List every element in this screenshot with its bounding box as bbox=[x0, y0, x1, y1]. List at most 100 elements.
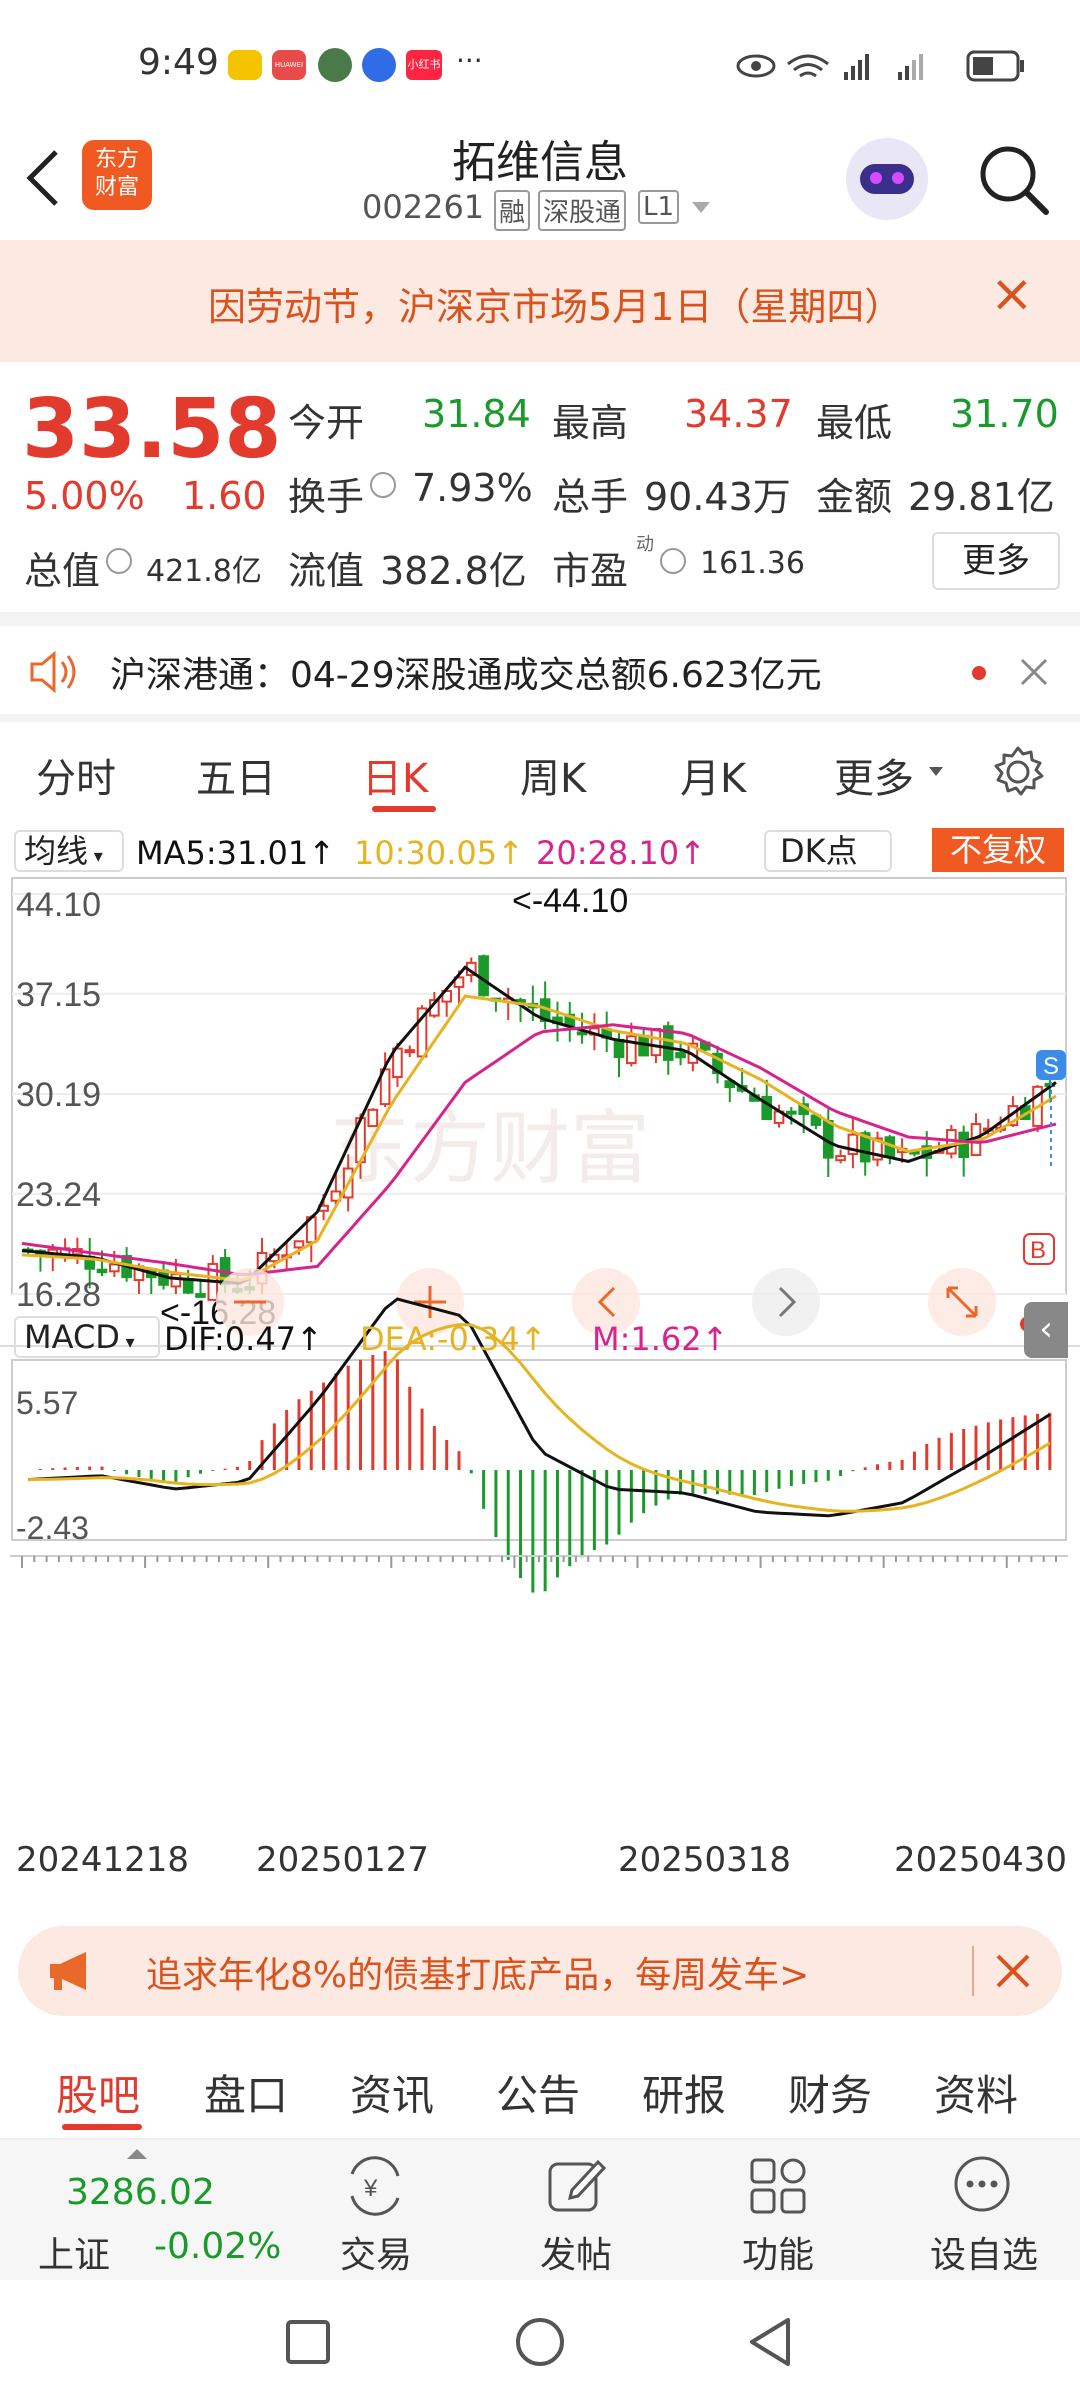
functions-label[interactable]: 功能 bbox=[742, 2226, 814, 2278]
search-icon[interactable] bbox=[976, 142, 1052, 218]
functions-icon[interactable] bbox=[746, 2154, 810, 2216]
chevron-down-icon[interactable] bbox=[928, 766, 944, 778]
tab-orderbook[interactable]: 盘口 bbox=[204, 2062, 288, 2123]
last-price: 33.58 bbox=[22, 382, 282, 477]
volume-label: 总手 bbox=[552, 475, 629, 519]
system-indicators bbox=[736, 50, 1024, 82]
turnover-label: 换手 bbox=[288, 475, 365, 519]
chevron-down-icon[interactable] bbox=[690, 200, 712, 216]
close-icon[interactable] bbox=[1018, 656, 1050, 688]
pe-dynamic-sup: 动 bbox=[636, 534, 654, 555]
tab-weekly-k[interactable]: 周K bbox=[520, 746, 586, 804]
tab-daily-k[interactable]: 日K bbox=[362, 746, 428, 804]
tab-more[interactable]: 更多 bbox=[834, 746, 914, 804]
bottom-toolbar: 3286.02 上证 -0.02% ¥ 交易 发帖 功能 设自选 bbox=[0, 2140, 1080, 2280]
news-ticker[interactable]: 沪深港通：04-29深股通成交总额6.623亿元 bbox=[0, 626, 1080, 718]
close-icon[interactable]: × bbox=[990, 264, 1034, 324]
kline-chart[interactable]: 东方财富 44.1037.1530.1923.2416.28 <-44.10 <… bbox=[0, 876, 1080, 1912]
promo-text: 追求年化8%的债基打底产品，每周发车> bbox=[146, 1955, 810, 1996]
home-icon[interactable] bbox=[514, 2316, 566, 2368]
svg-text:S: S bbox=[1043, 1053, 1059, 1080]
trade-icon[interactable]: ¥ bbox=[340, 2156, 410, 2216]
amount-label: 金额 bbox=[816, 475, 893, 519]
index-name[interactable]: 上证 bbox=[38, 2226, 110, 2278]
date-tick: 20250318 bbox=[618, 1840, 792, 1880]
candle-body bbox=[958, 1131, 969, 1159]
candle-body bbox=[293, 1240, 305, 1249]
robot-assistant-icon[interactable] bbox=[846, 138, 928, 220]
no-adjust-button[interactable]: 不复权 bbox=[932, 828, 1064, 872]
macd-bottom-tick: -2.43 bbox=[16, 1510, 89, 1546]
trade-markers: S B bbox=[1023, 1050, 1066, 1265]
macd-selector[interactable]: MACD ▾ bbox=[14, 1316, 160, 1358]
xiaohongshu-icon: 小红书 bbox=[406, 50, 442, 80]
stock-header: 东方 财富 拓维信息 002261 融 深股通 L1 bbox=[0, 130, 1080, 240]
divider bbox=[0, 714, 1080, 722]
trade-label[interactable]: 交易 bbox=[340, 2226, 412, 2278]
tab-financials[interactable]: 财务 bbox=[788, 2062, 872, 2123]
notice-text: 因劳动节，沪深京市场5月1日（星期四） bbox=[208, 285, 903, 329]
open-value: 31.84 bbox=[422, 392, 531, 436]
more-options-icon[interactable] bbox=[950, 2154, 1014, 2216]
ma20-value: 20:28.10↑ bbox=[536, 834, 706, 872]
kline-chart-panel: 均线 ▾ MA5:31.01↑ 10:30.05↑ 20:28.10↑ DK点 … bbox=[0, 822, 1080, 1912]
info-icon[interactable] bbox=[106, 548, 132, 574]
weibo-icon bbox=[228, 50, 262, 80]
m-value: M:1.62↑ bbox=[592, 1320, 729, 1358]
dk-point-button[interactable]: DK点 bbox=[764, 830, 892, 872]
pe-label: 市盈 bbox=[552, 549, 629, 593]
ma-selector[interactable]: 均线 ▾ bbox=[14, 830, 124, 872]
volume-value: 90.43万 bbox=[644, 475, 791, 519]
add-watchlist-label[interactable]: 设自选 bbox=[930, 2226, 1038, 2278]
more-button[interactable]: 更多 bbox=[932, 532, 1060, 590]
tab-news[interactable]: 资讯 bbox=[350, 2062, 434, 2123]
content-tabs: 股吧 盘口 资讯 公告 研报 财务 资料 bbox=[0, 2040, 1080, 2140]
post-icon[interactable] bbox=[544, 2154, 610, 2216]
tab-announcements[interactable]: 公告 bbox=[496, 2062, 580, 2123]
mktcap-label: 总值 bbox=[24, 549, 101, 593]
float-value: 382.8亿 bbox=[380, 549, 527, 593]
info-icon[interactable] bbox=[660, 548, 686, 574]
change-amount: 1.60 bbox=[182, 474, 267, 518]
wifi-icon bbox=[787, 54, 829, 78]
tab-forum[interactable]: 股吧 bbox=[56, 2062, 140, 2123]
tab-research[interactable]: 研报 bbox=[642, 2062, 726, 2123]
candle-body bbox=[613, 1038, 625, 1059]
tab-profile[interactable]: 资料 bbox=[934, 2062, 1018, 2123]
tab-five-day[interactable]: 五日 bbox=[196, 746, 276, 804]
collapse-panel-handle[interactable]: ‹ bbox=[1024, 1302, 1068, 1358]
candle-body bbox=[835, 1155, 846, 1162]
close-icon[interactable] bbox=[994, 1952, 1032, 1990]
dif-value: DIF:0.47↑ bbox=[164, 1320, 323, 1358]
huawei-icon: HUAWEI bbox=[272, 50, 306, 80]
date-tick: 20250430 bbox=[894, 1840, 1068, 1880]
y-tick-label: 37.15 bbox=[16, 976, 101, 1014]
ma5-value: MA5:31.01↑ bbox=[136, 834, 336, 872]
svg-text:B: B bbox=[1030, 1237, 1046, 1264]
open-label: 今开 bbox=[288, 401, 365, 445]
index-change[interactable]: -0.02% bbox=[154, 2226, 281, 2267]
svg-text:¥: ¥ bbox=[363, 2175, 378, 2202]
avatar-icon bbox=[318, 48, 352, 82]
gear-icon[interactable] bbox=[990, 744, 1046, 800]
y-tick-label: 16.28 bbox=[16, 1276, 101, 1314]
candle-body bbox=[404, 1049, 416, 1054]
turnover-value: 7.93% bbox=[412, 466, 533, 510]
tab-intraday[interactable]: 分时 bbox=[36, 746, 116, 804]
candle-body bbox=[96, 1268, 108, 1274]
back-icon[interactable] bbox=[746, 2316, 794, 2368]
post-label[interactable]: 发帖 bbox=[540, 2226, 612, 2278]
unread-dot bbox=[972, 666, 986, 680]
pe-value: 161.36 bbox=[700, 546, 805, 581]
index-value[interactable]: 3286.02 bbox=[66, 2172, 215, 2213]
low-label: 最低 bbox=[816, 401, 893, 445]
recent-apps-icon[interactable] bbox=[284, 2318, 332, 2366]
change-percent: 5.00% bbox=[24, 474, 145, 518]
candle-body bbox=[478, 955, 489, 997]
date-tick: 20241218 bbox=[16, 1840, 190, 1880]
chart-frame bbox=[11, 877, 1067, 1295]
info-icon[interactable] bbox=[370, 472, 396, 498]
promo-banner[interactable]: 追求年化8%的债基打底产品，每周发车> bbox=[18, 1926, 1062, 2016]
active-tab-indicator bbox=[372, 806, 436, 812]
tab-monthly-k[interactable]: 月K bbox=[680, 746, 746, 804]
